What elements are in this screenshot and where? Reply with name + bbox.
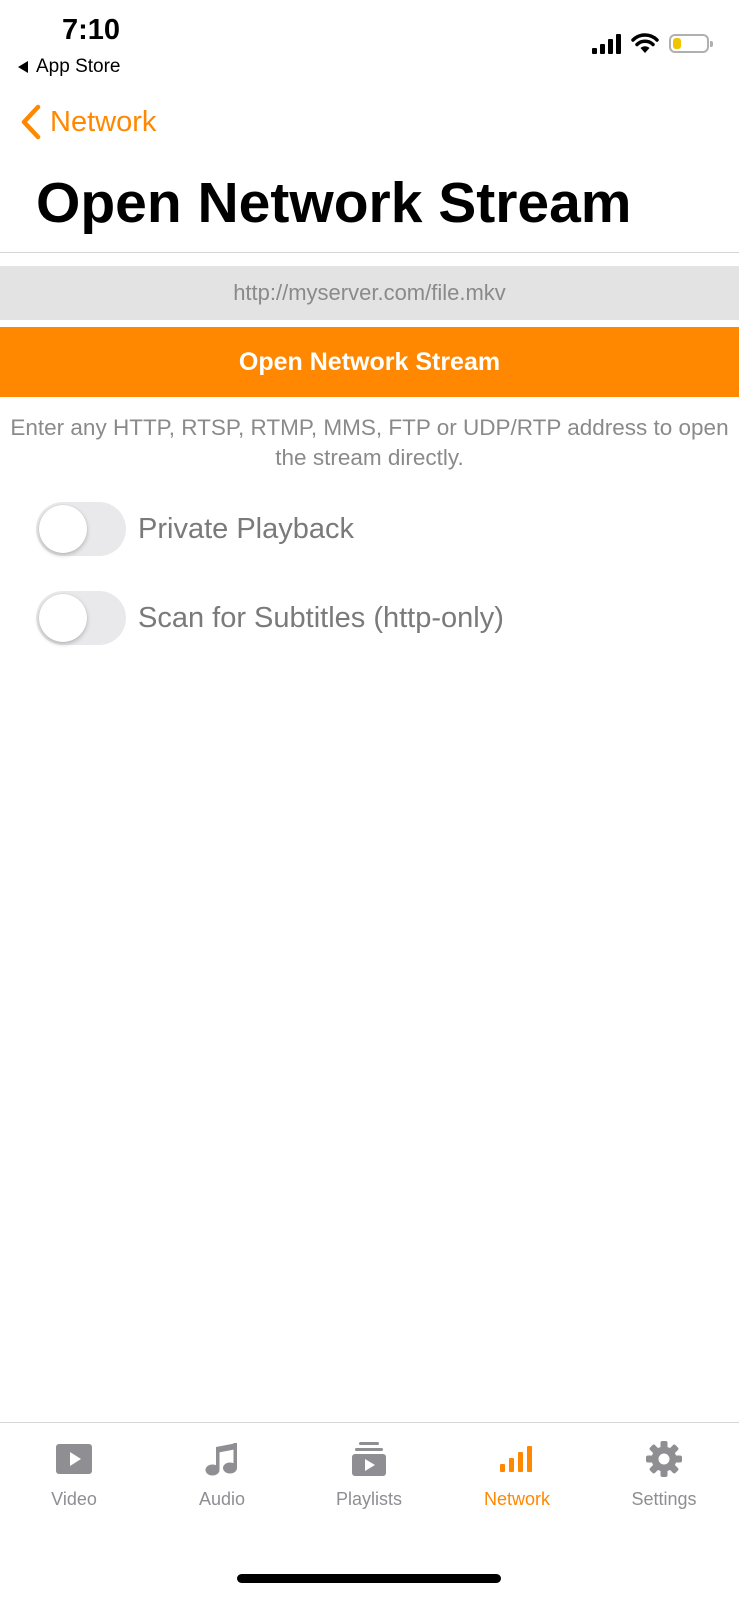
playlists-icon bbox=[352, 1442, 386, 1476]
music-note-icon bbox=[205, 1443, 237, 1476]
tab-network[interactable]: Network bbox=[443, 1437, 591, 1510]
tab-playlists[interactable]: Playlists bbox=[295, 1437, 443, 1510]
help-text: Enter any HTTP, RTSP, RTMP, MMS, FTP or … bbox=[10, 415, 729, 470]
stream-url-input[interactable] bbox=[0, 266, 739, 320]
tab-network-label: Network bbox=[483, 1489, 550, 1509]
header-divider bbox=[0, 252, 739, 253]
nav-back-label: Network bbox=[50, 105, 157, 138]
back-triangle-icon bbox=[18, 61, 28, 73]
status-back-label: App Store bbox=[36, 56, 121, 77]
network-bars-icon bbox=[500, 1446, 532, 1472]
scan-subtitles-row: Scan for Subtitles (http-only) bbox=[36, 591, 504, 645]
gear-icon bbox=[646, 1441, 682, 1477]
private-playback-toggle[interactable] bbox=[36, 502, 126, 556]
toggle-knob bbox=[39, 505, 87, 553]
toggle-knob bbox=[39, 594, 87, 642]
scan-subtitles-toggle[interactable] bbox=[36, 591, 126, 645]
tab-settings[interactable]: Settings bbox=[590, 1437, 738, 1510]
open-network-stream-button[interactable]: Open Network Stream bbox=[0, 327, 739, 397]
scan-subtitles-label: Scan for Subtitles (http-only) bbox=[138, 601, 504, 634]
private-playback-row: Private Playback bbox=[36, 502, 354, 556]
wifi-icon bbox=[631, 33, 659, 53]
home-indicator[interactable] bbox=[237, 1574, 501, 1583]
status-icons bbox=[592, 33, 713, 54]
page-title: Open Network Stream bbox=[36, 171, 632, 235]
tab-settings-label: Settings bbox=[631, 1489, 697, 1509]
video-icon bbox=[56, 1444, 92, 1474]
status-time: 7:10 bbox=[62, 14, 121, 46]
tab-playlists-label: Playlists bbox=[335, 1489, 402, 1509]
tab-audio[interactable]: Audio bbox=[148, 1437, 296, 1510]
chevron-left-icon bbox=[21, 104, 41, 140]
private-playback-label: Private Playback bbox=[138, 512, 354, 545]
tab-audio-label: Audio bbox=[198, 1489, 246, 1509]
screen: 7:10 App Store Network Open Network Stre… bbox=[0, 0, 739, 1600]
status-back-to-app[interactable]: App Store bbox=[18, 56, 121, 78]
battery-icon bbox=[669, 34, 713, 53]
nav-back-button[interactable]: Network bbox=[20, 104, 156, 140]
tab-video-label: Video bbox=[51, 1489, 97, 1509]
tab-video[interactable]: Video bbox=[0, 1437, 148, 1510]
cellular-signal-icon bbox=[592, 33, 621, 54]
battery-fill bbox=[673, 38, 681, 49]
